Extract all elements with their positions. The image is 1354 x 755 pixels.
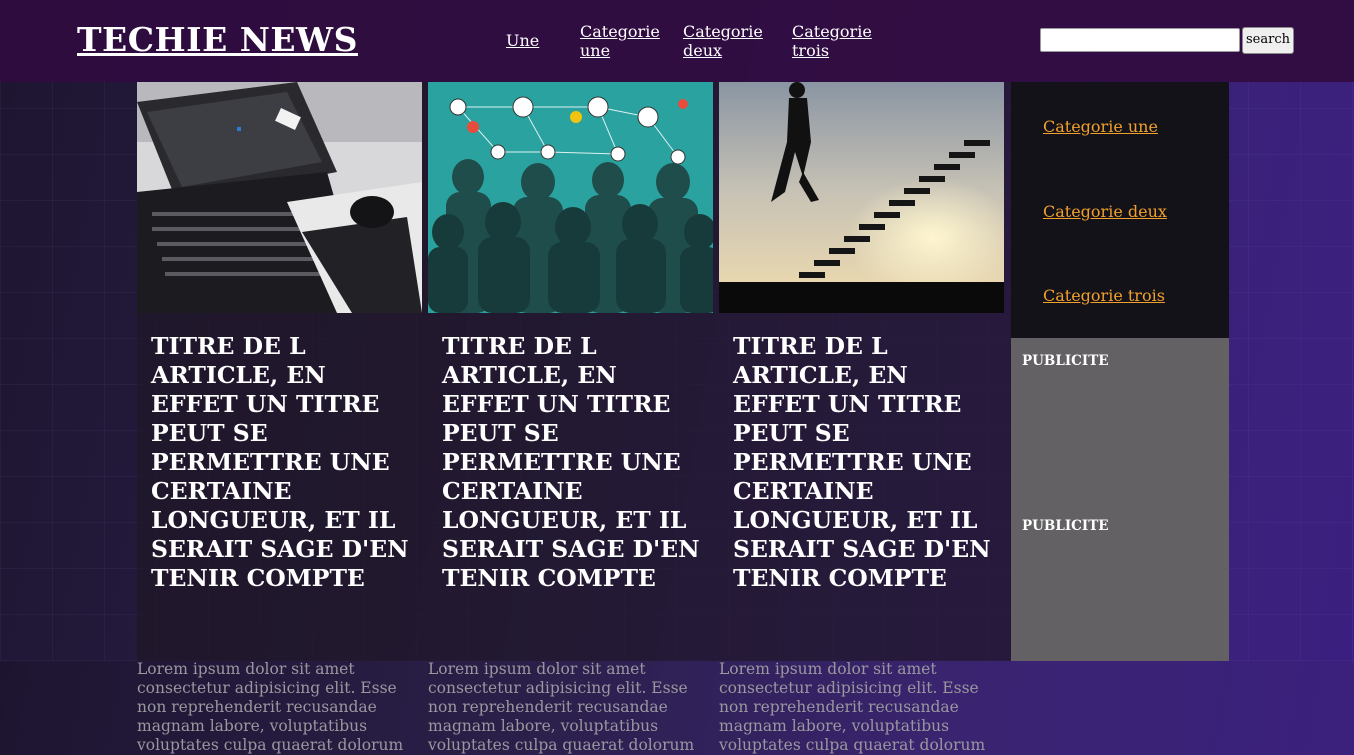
nav-link-categorie-deux[interactable]: Categorie deux — [683, 22, 767, 60]
articles-area: TITRE DE L ARTICLE, EN EFFET UN TITRE PE… — [137, 82, 1011, 754]
site-logo[interactable]: TECHIE NEWS — [77, 20, 358, 59]
nav-link-categorie-une[interactable]: Categorie une — [580, 22, 664, 60]
article-title[interactable]: TITRE DE L ARTICLE, EN EFFET UN TITRE PE… — [151, 332, 413, 593]
nav-link-une[interactable]: Une — [506, 31, 539, 50]
article-title[interactable]: TITRE DE L ARTICLE, EN EFFET UN TITRE PE… — [442, 332, 704, 593]
article-image-desk[interactable] — [137, 82, 422, 313]
search-button[interactable]: search — [1242, 27, 1294, 54]
sidebar-link-categorie-deux[interactable]: Categorie deux — [1043, 202, 1167, 221]
sidebar-link-categorie-une[interactable]: Categorie une — [1043, 117, 1158, 136]
search-input[interactable] — [1040, 28, 1240, 52]
sidebar-categories: Categorie une Categorie deux Categorie t… — [1011, 82, 1229, 338]
article-title[interactable]: TITRE DE L ARTICLE, EN EFFET UN TITRE PE… — [733, 332, 995, 593]
ad-label: PUBLICITE — [1022, 353, 1109, 369]
advertisement-panel: PUBLICITE PUBLICITE — [1011, 338, 1229, 661]
nav-link-categorie-trois[interactable]: Categorie trois — [792, 22, 876, 60]
article-image-network[interactable] — [428, 82, 713, 313]
site-header: TECHIE NEWS Une Categorie une Categorie … — [0, 0, 1354, 82]
article-image-stairs[interactable] — [719, 82, 1004, 313]
article-excerpt: Lorem ipsum dolor sit amet consectetur a… — [719, 660, 986, 754]
article-excerpt: Lorem ipsum dolor sit amet consectetur a… — [428, 660, 695, 754]
article-excerpt: Lorem ipsum dolor sit amet consectetur a… — [137, 660, 404, 754]
sidebar-link-categorie-trois[interactable]: Categorie trois — [1043, 286, 1165, 305]
ad-label: PUBLICITE — [1022, 518, 1109, 534]
